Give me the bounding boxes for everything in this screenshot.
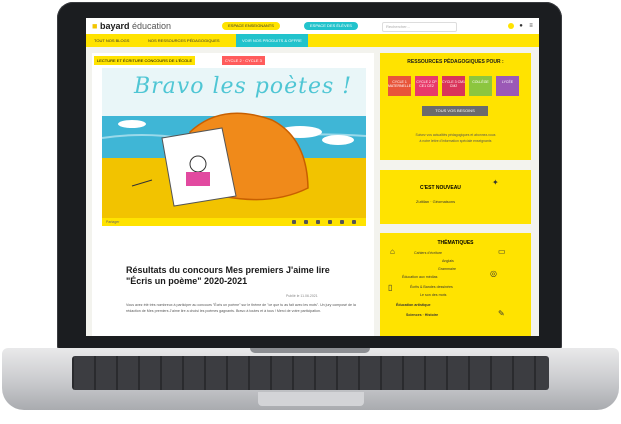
share-facebook-icon[interactable] [292, 220, 296, 224]
theme-item[interactable]: Cahiers d'écriture [414, 251, 442, 255]
share-mail-icon[interactable] [340, 220, 344, 224]
theme-item[interactable]: Anglais [442, 259, 454, 263]
domain-cycle2-button[interactable]: CYCLE 2 CP CE1 CE2 [415, 76, 438, 96]
article-title: Résultats du concours Mes premiers J'aim… [126, 265, 330, 286]
domain-lycee-button[interactable]: LYCÉE [496, 76, 519, 96]
resources-link-1[interactable]: Suivez vos actualités pédagogiques et ab… [390, 133, 521, 138]
theme-item[interactable]: Écrits & Bandes dessinées [410, 285, 453, 289]
themes-card: THÉMATIQUES Cahiers d'écriture Anglais G… [380, 233, 531, 336]
user-icon[interactable] [508, 23, 514, 29]
globe-icon: ◎ [490, 269, 497, 278]
speech-bubble-icon: ▭ [498, 247, 506, 256]
theme-item[interactable]: Éducation aux médias [402, 275, 437, 279]
laptop-hinge [250, 348, 370, 353]
level-tag[interactable]: CYCLE 2 · CYCLE 3 [222, 56, 265, 65]
teacher-space-button[interactable]: ESPACE ENSEIGNANTS [222, 22, 280, 30]
star-icon: ✦ [492, 178, 499, 187]
share-twitter-icon[interactable] [304, 220, 308, 224]
theme-item[interactable]: Sciences · Histoire [406, 313, 438, 317]
theme-item[interactable]: Éducation artistique [396, 303, 431, 307]
book-icon: ▯ [388, 283, 393, 292]
article-tags: LECTURE ET ÉCRITURE CONCOURS DE L'ÉCOLE … [94, 56, 370, 66]
laptop-screen: ■ bayard éducation ESPACE ENSEIGNANTS ES… [86, 18, 539, 336]
site-logo[interactable]: ■ bayard éducation [92, 21, 171, 31]
resources-card: RESSOURCES PÉDAGOGIQUES POUR : CYCLE 1 M… [380, 53, 531, 160]
nav-item-resources[interactable]: NOS RESSOURCES PÉDAGOGIQUES [148, 34, 220, 47]
site-header: ■ bayard éducation ESPACE ENSEIGNANTS ES… [86, 18, 539, 34]
domain-college-button[interactable]: COLLÈGE [469, 76, 492, 96]
pencil-icon: ✎ [498, 309, 505, 318]
laptop-keyboard [72, 356, 549, 390]
cart-icon[interactable]: ● [518, 23, 524, 29]
domain-cycle1-button[interactable]: CYCLE 1 MATERNELLE [388, 76, 411, 96]
article-body: Vous avez été très nombreux à participer… [126, 303, 356, 313]
share-print-icon[interactable] [352, 220, 356, 224]
main-nav: TOUT NOS BLOGS NOS RESSOURCES PÉDAGOGIQU… [86, 34, 539, 47]
nav-item-products[interactable]: VOIR NOS PRODUITS & OFFRE [236, 34, 308, 47]
resources-card-title: RESSOURCES PÉDAGOGIQUES POUR : [407, 59, 504, 65]
domain-cycle3-button[interactable]: CYCLE 3 CM1 CM2 [442, 76, 465, 96]
share-bar: Partager [102, 218, 366, 226]
share-label: Partager [106, 220, 120, 224]
new-card: C'EST NOUVEAU Zuttilan · Géomaisons ✦ [380, 170, 531, 224]
laptop-trackpad [258, 392, 364, 406]
nav-item-blogs[interactable]: TOUT NOS BLOGS [94, 34, 129, 47]
share-linkedin-icon[interactable] [328, 220, 332, 224]
theme-item[interactable]: Grammaire [438, 267, 456, 271]
new-card-title: C'EST NOUVEAU [420, 185, 461, 191]
all-needs-button[interactable]: TOUS VOS BESOINS [422, 106, 488, 116]
new-card-links[interactable]: Zuttilan · Géomaisons [416, 199, 455, 204]
share-pinterest-icon[interactable] [316, 220, 320, 224]
themes-card-title: THÉMATIQUES [437, 240, 474, 246]
menu-icon[interactable]: ≡ [528, 23, 534, 29]
theme-item[interactable]: Le son des mots [420, 293, 446, 297]
hero-heading: Bravo les poètes ! [134, 74, 353, 99]
house-icon: ⌂ [390, 247, 395, 256]
resources-link-2[interactable]: à notre lettre d'information spéciale en… [390, 139, 521, 144]
student-space-button[interactable]: ESPACE DES ÉLÈVES [304, 22, 358, 30]
search-input[interactable]: Rechercher... [382, 22, 457, 32]
article-date: Publié le 11.06.2021 [286, 294, 318, 298]
category-tag[interactable]: LECTURE ET ÉCRITURE CONCOURS DE L'ÉCOLE [94, 56, 196, 65]
hero-illustration: Bravo les poètes ! [102, 68, 366, 218]
